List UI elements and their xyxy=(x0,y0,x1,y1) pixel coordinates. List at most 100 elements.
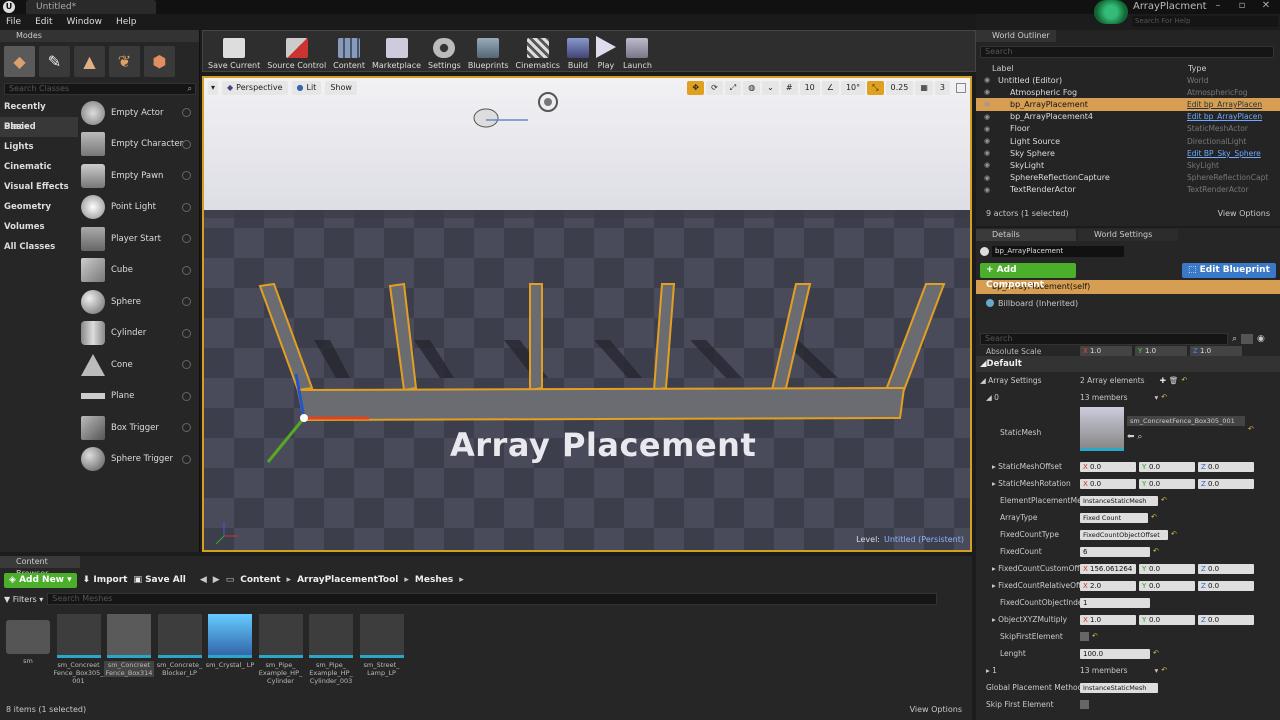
x-field[interactable]: X 0.0 xyxy=(1080,478,1136,489)
eye-icon[interactable]: ◉ xyxy=(1257,334,1265,344)
element-0-label[interactable]: ◢ 0 xyxy=(986,393,999,402)
menu-help[interactable]: Help xyxy=(116,14,137,30)
asset-tile[interactable]: sm_Concreet Fence_Box305_ 001 xyxy=(54,614,104,685)
outliner-row[interactable]: ◉ Untitled (Editor) World xyxy=(976,74,1280,86)
type-column-header[interactable]: Type xyxy=(1188,64,1206,73)
text-render-actor[interactable]: Array Placement xyxy=(450,426,756,464)
source-control-button[interactable]: Source Control xyxy=(264,32,329,70)
grid-snap-value[interactable]: 10 xyxy=(799,81,820,95)
help-icon[interactable] xyxy=(182,360,191,370)
world-outliner-tab[interactable]: World Outliner xyxy=(976,30,1056,42)
cb-view-options[interactable]: View Options xyxy=(910,705,962,714)
category-basic[interactable]: Basic xyxy=(0,117,78,137)
world-settings-tab[interactable]: World Settings xyxy=(1078,229,1178,241)
fixed-count-type-select[interactable]: FixedCountObjectOffset xyxy=(1080,529,1168,540)
asset-tile[interactable]: sm_Concreet Fence_Box314 xyxy=(104,614,154,678)
outliner-row[interactable]: ◉ SkyLight SkyLight xyxy=(976,159,1280,171)
grid-snap-icon[interactable]: # xyxy=(780,81,798,95)
help-icon[interactable] xyxy=(182,454,191,464)
z-field[interactable]: Z 0.0 xyxy=(1198,478,1254,489)
reset-icon[interactable]: ↶ xyxy=(1181,377,1188,384)
browse-icon[interactable]: ⌕ xyxy=(1137,432,1142,442)
add-element-icon[interactable]: ✚ xyxy=(1160,376,1166,385)
place-item[interactable]: Cube xyxy=(81,255,197,287)
help-search-input[interactable]: Search For Help xyxy=(1132,16,1278,27)
abs-scale-x[interactable]: X 1.0 xyxy=(1080,346,1132,356)
xyz-multiply-x[interactable]: X 1.0 xyxy=(1080,614,1136,625)
marketplace-button[interactable]: Marketplace xyxy=(369,32,424,70)
geometry-mode-icon[interactable]: ⬢ xyxy=(144,46,175,77)
build-button[interactable]: Build xyxy=(564,32,592,70)
history-forward-icon[interactable]: ▶ xyxy=(213,575,220,585)
scale-snap-icon[interactable]: ⤡ xyxy=(867,81,884,95)
category-lights[interactable]: Lights xyxy=(0,137,78,157)
help-icon[interactable] xyxy=(182,108,191,118)
custom-offs-x[interactable]: X 156.061264 xyxy=(1080,563,1136,574)
details-search-input[interactable]: Search xyxy=(980,333,1228,345)
y-field[interactable]: Y 0.0 xyxy=(1139,461,1195,472)
visibility-eye-icon[interactable]: ◉ xyxy=(982,161,992,169)
place-item[interactable]: Player Start xyxy=(81,223,197,255)
category-recently-placed[interactable]: Recently Placed xyxy=(0,97,78,132)
place-item[interactable]: Cylinder xyxy=(81,318,197,350)
actor-name-field[interactable]: bp_ArrayPlacement xyxy=(992,245,1124,257)
translate-icon[interactable]: ✥ xyxy=(687,81,705,95)
z-field[interactable]: Z 0.0 xyxy=(1198,461,1254,472)
help-icon[interactable] xyxy=(182,423,191,433)
filters-button[interactable]: ▼ Filters ▾ xyxy=(4,595,43,604)
scale-snap-value[interactable]: 0.25 xyxy=(885,81,914,95)
visibility-eye-icon[interactable]: ◉ xyxy=(982,100,992,108)
help-icon[interactable] xyxy=(182,328,191,338)
search-classes-input[interactable]: Search Classes ⌕ xyxy=(4,83,196,95)
skip-first-checkbox[interactable] xyxy=(1080,632,1089,641)
place-item[interactable]: Empty Pawn xyxy=(81,160,197,192)
asset-tile[interactable]: sm_Pipe_ Example_HP_ Cylinder_003 xyxy=(309,614,353,685)
chevron-down-icon[interactable]: ▾ xyxy=(1155,393,1159,402)
scale-icon[interactable]: ⤢ xyxy=(724,81,742,95)
perspective-button[interactable]: ◆ Perspective xyxy=(222,81,288,95)
add-new-button[interactable]: ◈ Add New ▾ xyxy=(4,572,77,588)
place-item[interactable]: Empty Character xyxy=(81,129,197,161)
visibility-eye-icon[interactable]: ◉ xyxy=(982,137,992,145)
rotate-icon[interactable]: ⟳ xyxy=(706,81,723,95)
world-local-icon[interactable]: ◍ xyxy=(743,81,761,95)
element-placement-select[interactable]: InstanceStaticMesh xyxy=(1080,495,1158,506)
import-button[interactable]: ⬇ Import xyxy=(83,575,128,585)
x-field[interactable]: X 0.0 xyxy=(1080,461,1136,472)
menu-file[interactable]: File xyxy=(6,14,21,30)
help-icon[interactable] xyxy=(182,297,191,307)
cinematics-button[interactable]: Cinematics xyxy=(513,32,563,70)
play-button[interactable]: Play xyxy=(593,32,619,70)
delete-icon[interactable]: 🗑 xyxy=(1169,376,1179,385)
relative-off-y[interactable]: Y 0.0 xyxy=(1139,580,1195,591)
unreal-logo-icon[interactable]: U xyxy=(3,1,15,13)
visibility-eye-icon[interactable]: ◉ xyxy=(982,76,992,84)
custom-offs-z[interactable]: Z 0.0 xyxy=(1198,563,1254,574)
outliner-view-options[interactable]: View Options xyxy=(1218,209,1270,218)
blueprints-button[interactable]: Blueprints xyxy=(465,32,512,70)
visibility-eye-icon[interactable]: ◉ xyxy=(982,125,992,133)
asset-tile[interactable]: sm_Concrete_ Blocker_LP xyxy=(157,614,202,678)
visibility-eye-icon[interactable]: ◉ xyxy=(982,149,992,157)
close-button[interactable]: ✕ xyxy=(1254,0,1278,12)
static-mesh-thumbnail[interactable] xyxy=(1080,407,1124,451)
xyz-multiply-z[interactable]: Z 0.0 xyxy=(1198,614,1254,625)
custom-offs-y[interactable]: Y 0.0 xyxy=(1139,563,1195,574)
help-icon[interactable] xyxy=(182,234,191,244)
outliner-search-input[interactable]: Search xyxy=(980,46,1274,58)
minimize-button[interactable]: – xyxy=(1206,0,1230,12)
category-cinematic[interactable]: Cinematic xyxy=(0,157,78,177)
skip-first-global-checkbox[interactable] xyxy=(1080,700,1089,709)
outliner-row[interactable]: ◉ Sky Sphere Edit BP_Sky_Sphere xyxy=(976,147,1280,159)
y-field[interactable]: Y 0.0 xyxy=(1139,478,1195,489)
path-array-placement-tool[interactable]: ArrayPlacementTool xyxy=(297,575,398,585)
outliner-type[interactable]: Edit bp_ArrayPlacen xyxy=(1187,112,1262,121)
outliner-row[interactable]: ◉ bp_ArrayPlacement4 Edit bp_ArrayPlacen xyxy=(976,111,1280,123)
folder-tile[interactable]: sm xyxy=(6,614,50,678)
content-button[interactable]: Content xyxy=(330,32,368,70)
help-icon[interactable] xyxy=(182,171,191,181)
place-item[interactable]: Box Trigger xyxy=(81,412,197,444)
maximize-button[interactable]: ▫ xyxy=(1230,0,1254,12)
place-item[interactable]: Point Light xyxy=(81,192,197,224)
viewport-menu-button[interactable]: ▾ xyxy=(208,81,219,95)
